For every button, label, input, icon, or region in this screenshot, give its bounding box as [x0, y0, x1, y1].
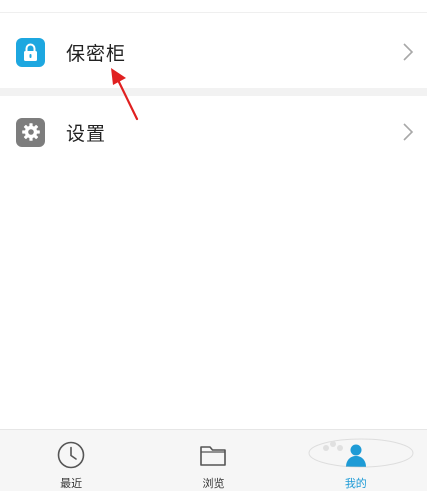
section-divider	[0, 88, 427, 96]
tab-label: 我的	[344, 477, 367, 490]
lock-icon	[16, 37, 45, 67]
clock-icon	[57, 441, 85, 469]
folder-icon	[200, 446, 227, 466]
menu-item-settings[interactable]: 设置	[0, 96, 427, 168]
menu-item-label: 保密柜	[66, 42, 127, 65]
menu-item-label: 设置	[66, 122, 107, 145]
tab-label: 最近	[60, 477, 83, 490]
chevron-right-icon	[403, 43, 414, 61]
annotation-arrow-icon	[111, 68, 139, 121]
divider	[0, 12, 427, 13]
tab-browse[interactable]: 浏览	[142, 430, 284, 491]
chevron-right-icon	[403, 123, 414, 141]
menu-item-vault[interactable]: 保密柜	[0, 16, 427, 88]
gear-icon	[16, 117, 45, 147]
watermark-logo-icon	[308, 438, 414, 468]
tab-recent[interactable]: 最近	[0, 430, 142, 491]
screen: 保密柜 设置 最近 浏览 我的	[0, 0, 427, 491]
tab-label: 浏览	[202, 477, 225, 490]
